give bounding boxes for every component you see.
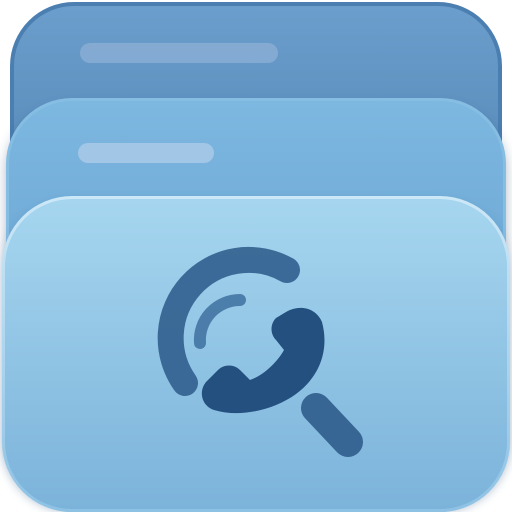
- middle-card-label-bar: [78, 143, 214, 163]
- front-card: [2, 196, 510, 512]
- back-card-label-bar: [80, 43, 278, 63]
- app-icon-artwork: [2, 2, 510, 512]
- app-icon: [0, 0, 512, 512]
